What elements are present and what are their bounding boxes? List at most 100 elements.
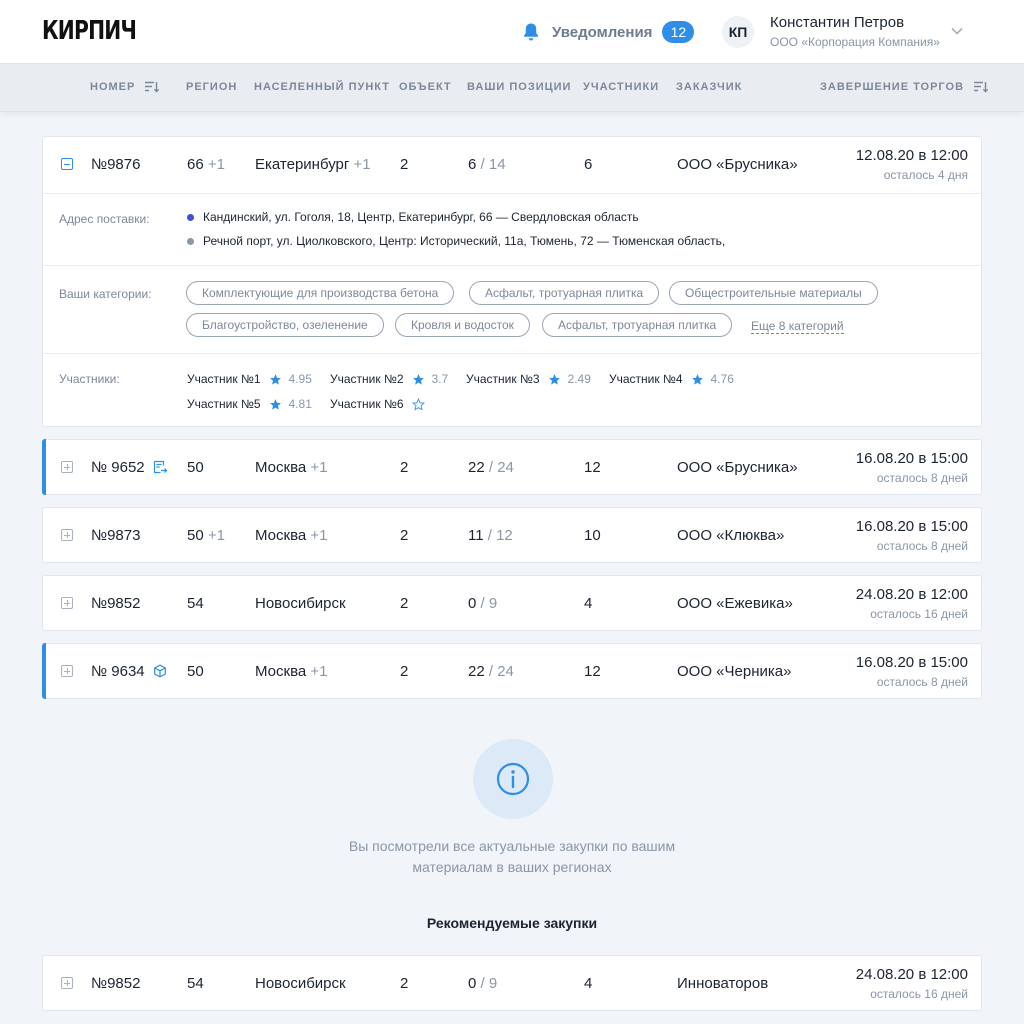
participants-label: Участники:	[59, 372, 120, 386]
column-header-region[interactable]: РЕГИОН	[186, 81, 237, 93]
order-region: 50	[187, 459, 204, 476]
order-card: №9873 50 +1 Москва +1 2 11 / 12 10 ООО «…	[42, 507, 982, 563]
participant-item[interactable]: Участник №1 4.95	[187, 372, 312, 386]
address-text: Кандинский, ул. Гоголя, 18, Центр, Екате…	[203, 210, 639, 224]
transfer-document-icon	[153, 460, 167, 474]
positions-have: 0	[468, 595, 477, 612]
column-header-deadline[interactable]: ЗАВЕРШЕНИЕ ТОРГОВ	[820, 81, 989, 93]
order-positions: 11 / 12	[468, 527, 513, 544]
order-deadline: 24.08.20 в 12:00	[855, 966, 968, 983]
region-extra: +1	[207, 527, 225, 544]
column-header-participants[interactable]: УЧАСТНИКИ	[583, 81, 659, 93]
order-participants: 4	[584, 595, 593, 612]
notifications-button[interactable]: Уведомления 12	[522, 20, 695, 44]
order-region: 54	[187, 595, 204, 612]
order-remaining: осталось 8 дней	[876, 471, 968, 485]
table-row[interactable]: № 9652 50 Москва +1 2 22 / 24 12 ООО «Бр…	[43, 440, 983, 496]
more-categories-link[interactable]: Еще 8 категорий	[751, 319, 844, 334]
participant-rating: 4.95	[288, 372, 312, 386]
column-header-locality[interactable]: НАСЕЛЕННЫЙ ПУНКТ	[254, 81, 390, 93]
positions-have: 0	[468, 975, 477, 992]
user-menu[interactable]: КП Константин Петров ООО «Корпорация Ком…	[722, 12, 972, 52]
order-participants: 12	[584, 459, 601, 476]
order-card: №9852 54 Новосибирск 2 0 / 9 4 ООО «Ежев…	[42, 575, 982, 631]
city-extra: +1	[310, 459, 328, 476]
logo[interactable]: КИРПИЧ	[42, 16, 137, 46]
order-customer: ООО «Клюква»	[677, 527, 785, 544]
expand-icon[interactable]	[61, 597, 73, 609]
table-row[interactable]: №9852 54 Новосибирск 2 0 / 9 4 ООО «Ежев…	[43, 576, 983, 632]
table-row[interactable]: №9852 54 Новосибирск 2 0 / 9 4 Инноватор…	[43, 956, 983, 1012]
participant-item[interactable]: Участник №2 3.7	[330, 372, 448, 386]
sort-icon[interactable]	[974, 81, 989, 93]
order-positions: 0 / 9	[468, 975, 497, 992]
table-row[interactable]: № 9634 50 Москва +1 2 22 / 24 12 ООО «Че…	[43, 644, 983, 700]
column-header-deadline-label: ЗАВЕРШЕНИЕ ТОРГОВ	[820, 81, 965, 93]
user-company: ООО «Корпорация Компания»	[770, 35, 940, 49]
positions-total: / 9	[480, 975, 498, 992]
order-positions: 22 / 24	[468, 459, 514, 476]
city-name: Москва	[255, 459, 307, 476]
star-outline-icon	[411, 397, 425, 411]
column-header-positions[interactable]: ВАШИ ПОЗИЦИИ	[467, 81, 571, 93]
positions-have: 11	[468, 527, 484, 544]
order-remaining: осталось 16 дней	[870, 607, 968, 621]
participant-item[interactable]: Участник №5 4.81	[187, 397, 312, 411]
address-label: Адрес поставки:	[59, 212, 150, 226]
order-number: №9852	[91, 975, 141, 992]
category-chip[interactable]: Кровля и водосток	[395, 313, 530, 337]
order-card: № 9634 50 Москва +1 2 22 / 24 12 ООО «Че…	[42, 643, 982, 699]
column-header-customer[interactable]: ЗАКАЗЧИК	[676, 81, 742, 93]
city-extra: +1	[353, 156, 371, 173]
positions-have: 22	[468, 459, 485, 476]
positions-total: / 24	[488, 459, 514, 476]
positions-total: / 9	[480, 595, 498, 612]
order-number: №9873	[91, 527, 141, 544]
column-header-object[interactable]: ОБЪЕКТ	[399, 81, 452, 93]
sort-icon[interactable]	[145, 81, 160, 93]
order-deadline: 12.08.20 в 12:00	[855, 147, 968, 164]
top-header: КИРПИЧ Уведомления 12 КП Константин Петр…	[0, 0, 1024, 64]
expand-icon[interactable]	[61, 461, 73, 473]
participant-name: Участник №5	[187, 397, 261, 411]
participant-name: Участник №3	[466, 372, 540, 386]
collapse-icon[interactable]	[61, 158, 73, 170]
order-positions: 22 / 24	[468, 663, 514, 680]
city-name: Москва	[255, 527, 307, 544]
order-city: Екатеринбург +1	[255, 156, 371, 173]
category-chip[interactable]: Благоустройство, озеленение	[186, 313, 384, 337]
order-city: Новосибирск	[255, 975, 346, 992]
order-customer: ООО «Ежевика»	[677, 595, 793, 612]
end-of-list-message: Вы посмотрели все актуальные закупки по …	[348, 838, 676, 875]
category-chip[interactable]: Комплектующие для производства бетона	[186, 281, 455, 305]
table-row[interactable]: №9876 66 +1 Екатеринбург +1 2 6 / 14 6 О…	[43, 137, 983, 193]
positions-have: 6	[468, 156, 477, 173]
city-name: Екатеринбург	[255, 156, 350, 173]
order-card: № 9652 50 Москва +1 2 22 / 24 12 ООО «Бр…	[42, 439, 982, 495]
star-icon	[691, 373, 703, 385]
expand-icon[interactable]	[61, 977, 73, 989]
city-name: Москва	[255, 663, 307, 680]
participant-item[interactable]: Участник №6	[330, 397, 425, 411]
order-deadline: 16.08.20 в 15:00	[855, 654, 968, 671]
category-chip[interactable]: Общестроительные материалы	[669, 281, 878, 305]
address-dot	[187, 213, 194, 221]
category-chip[interactable]: Асфальт, тротуарная плитка	[469, 281, 660, 305]
order-city: Москва +1	[255, 527, 328, 544]
positions-total: / 24	[488, 663, 514, 680]
order-number: №9876	[91, 156, 141, 173]
order-city: Новосибирск	[255, 595, 346, 612]
expand-icon[interactable]	[61, 665, 73, 677]
box-icon	[153, 664, 166, 678]
order-objects: 2	[400, 975, 409, 992]
column-header-number[interactable]: НОМЕР	[90, 81, 160, 93]
participant-item[interactable]: Участник №3 2.49	[466, 372, 591, 386]
expand-icon[interactable]	[61, 529, 73, 541]
table-row[interactable]: №9873 50 +1 Москва +1 2 11 / 12 10 ООО «…	[43, 508, 983, 564]
category-chip[interactable]: Асфальт, тротуарная плитка	[542, 313, 733, 337]
order-positions: 0 / 9	[468, 595, 497, 612]
participant-item[interactable]: Участник №4 4.76	[609, 372, 734, 386]
positions-total: / 12	[487, 527, 513, 544]
order-objects: 2	[400, 663, 409, 680]
chevron-down-icon[interactable]	[950, 26, 964, 36]
